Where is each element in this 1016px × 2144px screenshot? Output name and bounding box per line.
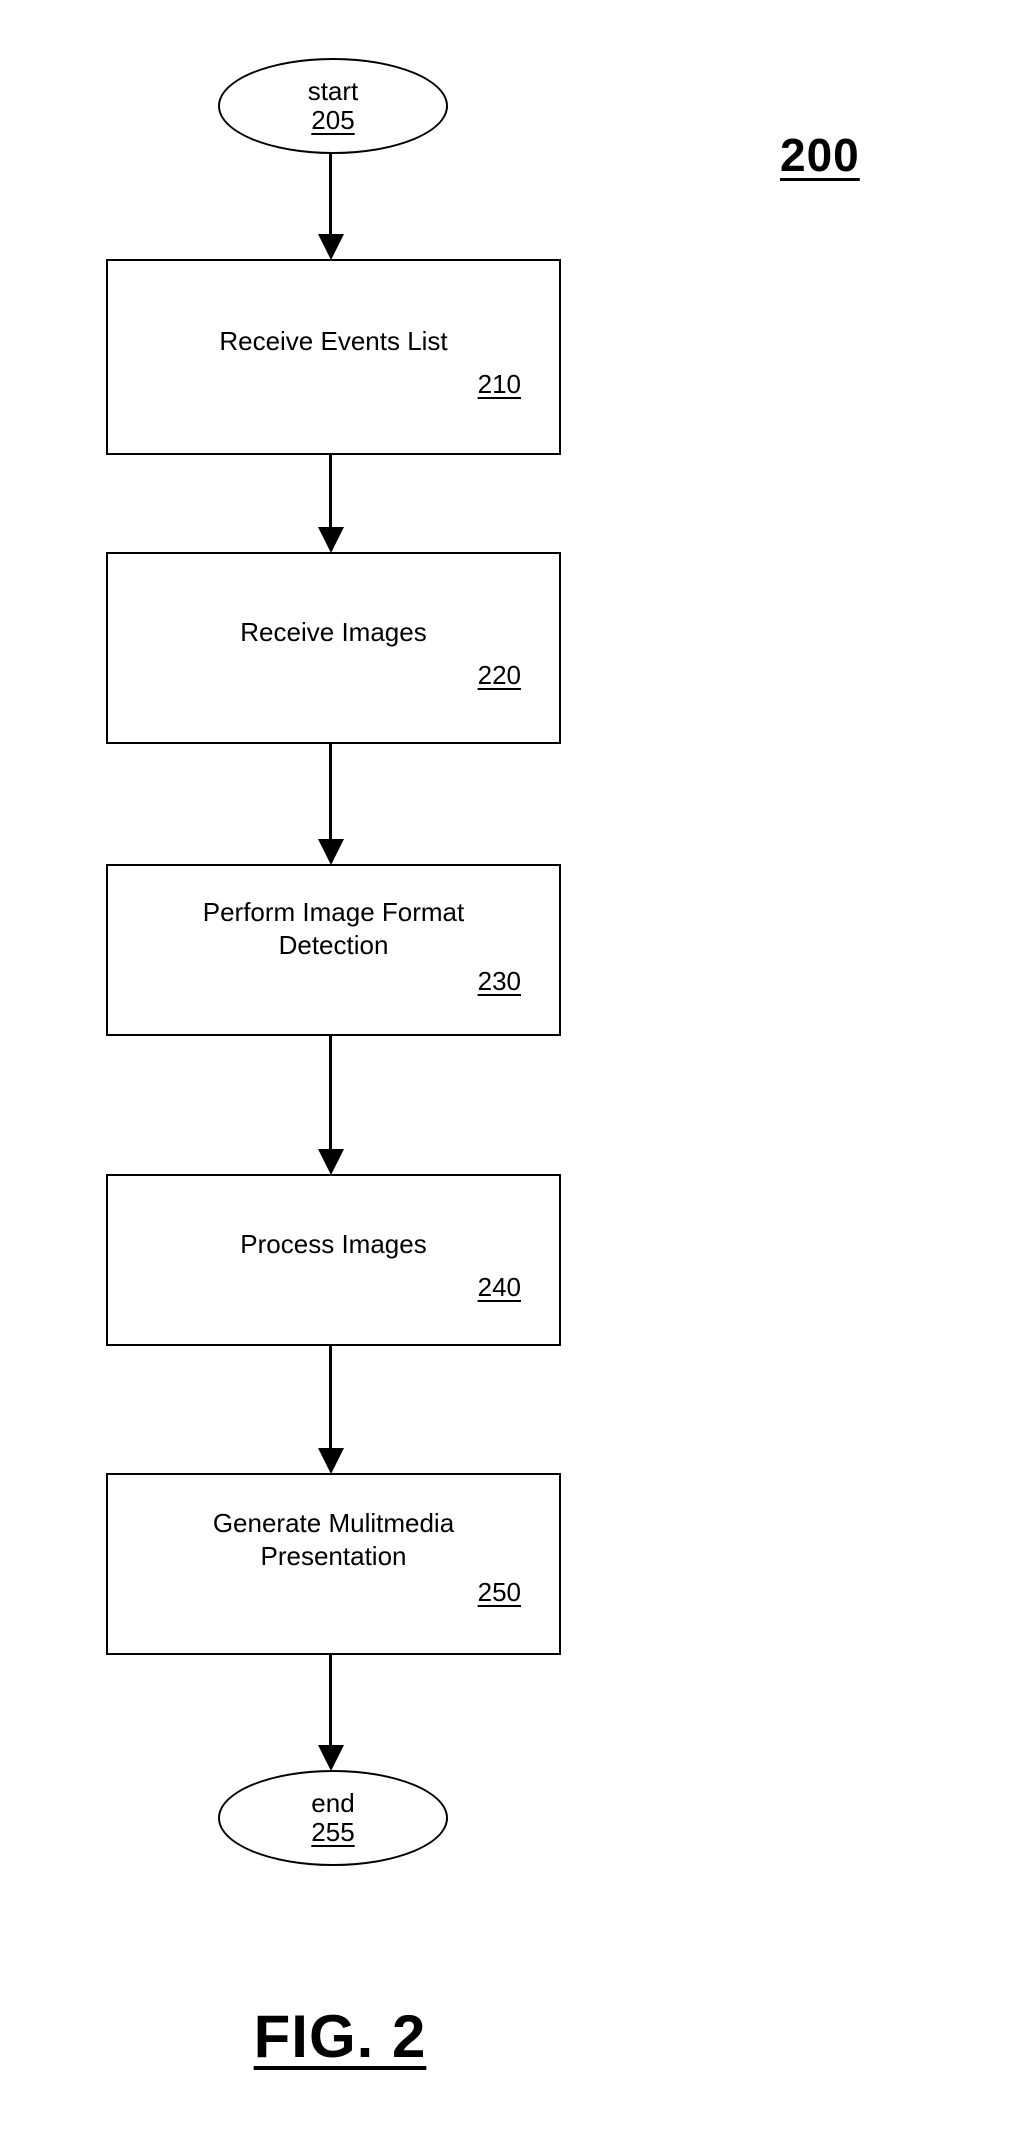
connector-arrow-220-to-230 bbox=[318, 744, 344, 865]
node-250-content: Generate Mulitmedia Presentation 250 bbox=[108, 1475, 559, 1653]
flowchart-node-end: end 255 bbox=[218, 1770, 448, 1866]
node-240-content: Process Images 240 bbox=[108, 1176, 559, 1344]
flowchart-node-220: Receive Images 220 bbox=[106, 552, 561, 744]
connector-arrow-start-to-210 bbox=[318, 152, 344, 260]
node-220-label: Receive Images bbox=[240, 617, 427, 647]
node-start-label: start bbox=[307, 75, 359, 106]
arrowhead-icon bbox=[318, 234, 344, 260]
arrowhead-icon bbox=[318, 1448, 344, 1474]
node-220-content: Receive Images 220 bbox=[108, 554, 559, 742]
connector-arrow-240-to-250 bbox=[318, 1346, 344, 1474]
arrowhead-icon bbox=[318, 839, 344, 865]
node-start-number: 205 bbox=[311, 105, 355, 135]
node-250-number: 250 bbox=[477, 1577, 521, 1607]
connector-line bbox=[329, 1655, 332, 1746]
figure-caption: FIG. 2 bbox=[253, 2003, 427, 2070]
connector-line bbox=[329, 744, 332, 840]
node-240-number: 240 bbox=[477, 1272, 521, 1302]
arrowhead-icon bbox=[318, 1149, 344, 1175]
node-210-content: Receive Events List 210 bbox=[108, 261, 559, 453]
node-250-label: Generate Mulitmedia Presentation bbox=[212, 1508, 455, 1572]
flowchart-node-start: start 205 bbox=[218, 58, 448, 154]
flowchart-node-210: Receive Events List 210 bbox=[106, 259, 561, 455]
node-230-content: Perform Image Format Detection 230 bbox=[108, 866, 559, 1034]
flowchart-node-230: Perform Image Format Detection 230 bbox=[106, 864, 561, 1036]
connector-arrow-250-to-end bbox=[318, 1655, 344, 1771]
flowchart-node-240: Process Images 240 bbox=[106, 1174, 561, 1346]
connector-line bbox=[329, 152, 332, 236]
node-210-label: Receive Events List bbox=[219, 326, 448, 356]
node-end-number: 255 bbox=[311, 1817, 355, 1847]
connector-line bbox=[329, 1346, 332, 1449]
connector-line bbox=[329, 1036, 332, 1150]
node-end-label: end bbox=[311, 1787, 355, 1818]
arrowhead-icon bbox=[318, 1745, 344, 1771]
connector-line bbox=[329, 455, 332, 529]
figure-canvas: 200 start 205 Receive Events List 210 Re… bbox=[0, 0, 1016, 2144]
figure-reference-number: 200 bbox=[780, 129, 860, 181]
node-230-label: Perform Image Format Detection bbox=[202, 897, 465, 961]
connector-arrow-230-to-240 bbox=[318, 1036, 344, 1175]
flowchart-node-250: Generate Mulitmedia Presentation 250 bbox=[106, 1473, 561, 1655]
node-230-number: 230 bbox=[477, 966, 521, 996]
node-220-number: 220 bbox=[477, 660, 521, 690]
connector-arrow-210-to-220 bbox=[318, 455, 344, 553]
arrowhead-icon bbox=[318, 527, 344, 553]
node-240-label: Process Images bbox=[240, 1229, 427, 1259]
node-210-number: 210 bbox=[477, 369, 521, 399]
